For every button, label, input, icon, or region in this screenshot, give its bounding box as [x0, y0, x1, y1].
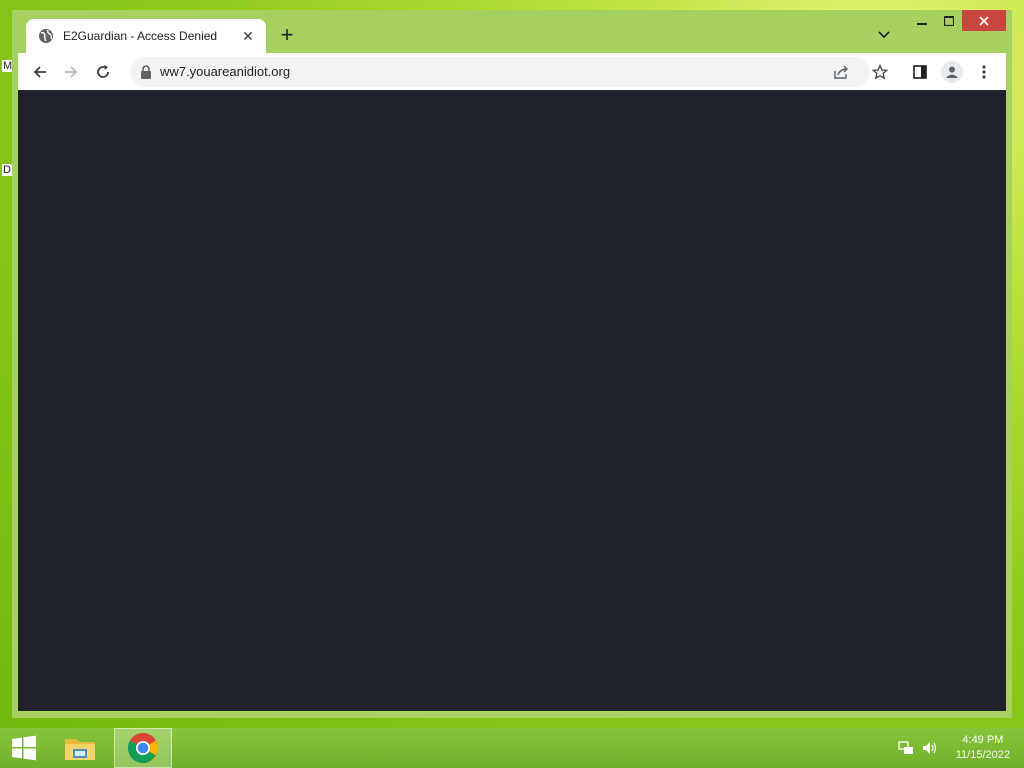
reload-button[interactable] — [92, 61, 114, 83]
tab-search-chevron-icon[interactable] — [874, 27, 894, 43]
browser-tab[interactable]: E2Guardian - Access Denied ✕ — [26, 19, 266, 53]
profile-button[interactable] — [941, 61, 963, 83]
start-icon — [12, 735, 36, 761]
globe-icon — [39, 29, 53, 43]
volume-icon[interactable] — [922, 740, 938, 756]
close-icon[interactable]: ✕ — [240, 28, 256, 44]
back-icon — [33, 66, 46, 78]
menu-icon — [982, 65, 986, 79]
side-panel-icon — [913, 65, 927, 79]
new-tab-button[interactable]: + — [276, 24, 298, 47]
share-button[interactable] — [830, 61, 852, 83]
chrome-icon — [127, 733, 159, 764]
star-icon — [872, 64, 888, 80]
maximize-button[interactable] — [936, 10, 962, 31]
clock-date: 11/15/2022 — [955, 749, 1010, 761]
minimize-button[interactable] — [909, 10, 935, 31]
address-bar[interactable]: ww7.youareanidiot.org — [130, 57, 870, 87]
file-explorer-icon — [65, 739, 95, 760]
system-clock[interactable]: 4:49 PM 11/15/2022 — [956, 733, 1010, 763]
close-window-button[interactable] — [962, 10, 1006, 31]
lock-icon[interactable] — [140, 65, 152, 79]
file-explorer-taskbar-button[interactable] — [58, 728, 102, 768]
reload-icon — [97, 65, 109, 78]
chrome-taskbar-button[interactable] — [114, 728, 172, 768]
profile-icon — [946, 66, 958, 78]
forward-button[interactable] — [60, 61, 82, 83]
title-bar[interactable]: E2Guardian - Access Denied ✕ + — [12, 10, 1012, 53]
bookmark-button[interactable] — [869, 61, 891, 83]
tab-title: E2Guardian - Access Denied — [63, 29, 218, 43]
network-icon[interactable] — [898, 740, 914, 756]
back-button[interactable] — [29, 61, 51, 83]
page-content[interactable] — [18, 90, 1006, 711]
desktop-icon-label-fragment: D — [2, 164, 12, 176]
browser-toolbar: ww7.youareanidiot.org — [18, 53, 1006, 90]
side-panel-button[interactable] — [909, 61, 931, 83]
share-icon — [834, 65, 848, 79]
url-text[interactable]: ww7.youareanidiot.org — [160, 64, 290, 79]
browser-window: E2Guardian - Access Denied ✕ + ww7.youar… — [12, 10, 1012, 718]
clock-time: 4:49 PM — [962, 734, 1004, 746]
minimize-icon — [917, 22, 927, 25]
close-window-icon — [979, 15, 989, 26]
forward-icon — [65, 66, 78, 78]
maximize-icon — [944, 15, 954, 26]
start-button[interactable] — [2, 728, 46, 768]
menu-button[interactable] — [973, 61, 995, 83]
taskbar: 4:49 PM 11/15/2022 — [0, 728, 1024, 768]
